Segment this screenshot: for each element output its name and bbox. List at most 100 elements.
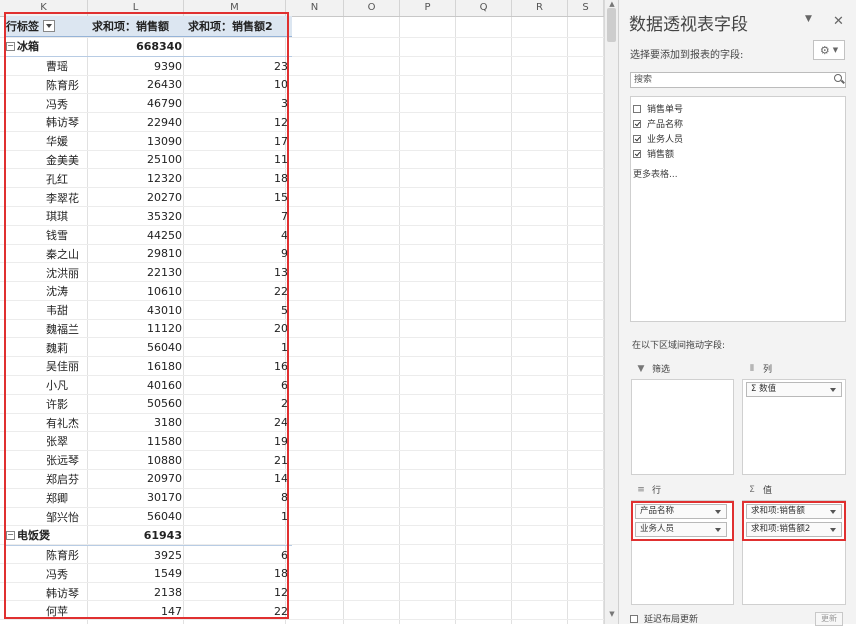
field-checkbox[interactable] <box>633 149 641 158</box>
sales-rank-cell[interactable]: 6 <box>186 376 288 395</box>
column-header[interactable]: K <box>0 0 88 16</box>
sales-rank-cell[interactable]: 20 <box>186 319 288 338</box>
sales-value-cell[interactable]: 50560 <box>90 395 182 414</box>
sales-rank-cell[interactable]: 19 <box>186 432 288 451</box>
sales-value-cell[interactable]: 46790 <box>90 94 182 113</box>
scroll-down-icon[interactable]: ▼ <box>607 610 617 618</box>
pivot-data-row[interactable]: 张翠 11580 19 <box>4 432 292 451</box>
column-header[interactable]: O <box>344 0 400 16</box>
sales-value-cell[interactable]: 25100 <box>90 151 182 170</box>
sales-value-cell[interactable]: 2138 <box>90 583 182 602</box>
tools-button[interactable]: ⚙ ▼ <box>813 40 845 60</box>
pane-options-icon[interactable]: ▼ <box>805 14 812 24</box>
sales-rank-cell[interactable]: 1 <box>186 338 288 357</box>
sales-value-cell[interactable]: 29810 <box>90 244 182 263</box>
close-icon[interactable]: ✕ <box>833 14 844 29</box>
sales-value-cell[interactable]: 26430 <box>90 76 182 95</box>
column-header[interactable]: L <box>88 0 184 16</box>
sales-value-cell[interactable]: 22940 <box>90 113 182 132</box>
collapse-icon[interactable]: − <box>6 530 15 540</box>
sales-value-cell[interactable]: 20270 <box>90 188 182 207</box>
rows-field-salesperson[interactable]: 业务人员 <box>635 522 727 537</box>
sales-value-cell[interactable]: 16180 <box>90 357 182 376</box>
sales-value-cell[interactable]: 13090 <box>90 132 182 151</box>
vertical-scrollbar[interactable]: ▲ ▼ <box>604 0 618 624</box>
column-header[interactable]: Q <box>456 0 512 16</box>
column-header[interactable]: P <box>400 0 456 16</box>
sales-rank-cell[interactable]: 5 <box>186 301 288 320</box>
sales-rank-cell[interactable]: 21 <box>186 451 288 470</box>
pivot-group-row[interactable]: − 冰箱 668340 <box>4 37 292 57</box>
sales-value-cell[interactable]: 44250 <box>90 226 182 245</box>
pivot-data-row[interactable]: 琪琪 35320 7 <box>4 207 292 226</box>
pivot-table[interactable]: 行标签 求和项：销售额 求和项：销售额2 − 冰箱 668340 曹瑶 9390 23 陈育… <box>4 16 292 621</box>
sales-value-cell[interactable]: 12320 <box>90 169 182 188</box>
pivot-data-row[interactable]: 冯秀 1549 18 <box>4 564 292 583</box>
pivot-data-row[interactable]: 张远琴 10880 21 <box>4 451 292 470</box>
pivot-data-row[interactable]: 吴佳丽 16180 16 <box>4 357 292 376</box>
search-icon[interactable] <box>834 74 842 82</box>
pivot-data-row[interactable]: 孔红 12320 18 <box>4 169 292 188</box>
sales-rank-cell[interactable]: 12 <box>186 583 288 602</box>
sales-rank-cell[interactable]: 15 <box>186 188 288 207</box>
pivot-data-row[interactable]: 华媛 13090 17 <box>4 132 292 151</box>
sales-value-cell[interactable]: 147 <box>90 602 182 621</box>
column-header[interactable]: N <box>286 0 344 16</box>
collapse-icon[interactable]: − <box>6 41 15 51</box>
defer-checkbox[interactable] <box>630 614 638 623</box>
pivot-data-row[interactable]: 陈育彤 26430 10 <box>4 76 292 95</box>
pivot-data-row[interactable]: 金美美 25100 11 <box>4 151 292 170</box>
pivot-data-row[interactable]: 有礼杰 3180 24 <box>4 413 292 432</box>
filters-area[interactable]: ▼ 筛选 <box>631 364 734 475</box>
pivot-data-row[interactable]: 许影 50560 2 <box>4 395 292 414</box>
field-checkbox[interactable] <box>633 119 641 128</box>
sales-value-cell[interactable]: 20970 <box>90 470 182 489</box>
rows-area[interactable]: ≡ 行 产品名称 业务人员 <box>631 485 734 605</box>
pivot-data-row[interactable]: 沈涛 10610 22 <box>4 282 292 301</box>
column-header[interactable]: S <box>568 0 604 16</box>
sales-rank-cell[interactable]: 11 <box>186 151 288 170</box>
sales-rank-cell[interactable]: 18 <box>186 564 288 583</box>
pivot-data-row[interactable]: 韦甜 43010 5 <box>4 301 292 320</box>
sales-rank-cell[interactable]: 23 <box>186 57 288 76</box>
sales-rank-cell[interactable]: 9 <box>186 244 288 263</box>
pivot-data-row[interactable]: 沈洪丽 22130 13 <box>4 263 292 282</box>
sales-value-cell[interactable]: 11580 <box>90 432 182 451</box>
values-field-sales-sum-2[interactable]: 求和项:销售额2 <box>746 522 842 537</box>
sales-rank-cell[interactable]: 3 <box>186 94 288 113</box>
pivot-data-row[interactable]: 韩访琴 22940 12 <box>4 113 292 132</box>
values-field-sales-sum[interactable]: 求和项:销售额 <box>746 504 842 519</box>
scroll-up-icon[interactable]: ▲ <box>607 0 617 8</box>
worksheet[interactable]: KLMNOPQRS 行标签 求和项：销售额 求和项：销售额2 − 冰箱 668340… <box>0 0 618 624</box>
sales-rank-cell[interactable]: 16 <box>186 357 288 376</box>
sales-value-cell[interactable]: 3925 <box>90 546 182 565</box>
field-checkbox[interactable] <box>633 134 641 143</box>
sales-rank-cell[interactable]: 24 <box>186 413 288 432</box>
sales-value-cell[interactable]: 9390 <box>90 57 182 76</box>
sales-value-cell[interactable]: 35320 <box>90 207 182 226</box>
pivot-data-row[interactable]: 秦之山 29810 9 <box>4 244 292 263</box>
pivot-data-row[interactable]: 陈育彤 3925 6 <box>4 546 292 565</box>
field-item[interactable]: 销售额 <box>631 146 845 161</box>
sales-rank-cell[interactable]: 13 <box>186 263 288 282</box>
sales-value-cell[interactable]: 1549 <box>90 564 182 583</box>
pivot-data-row[interactable]: 钱雪 44250 4 <box>4 226 292 245</box>
field-item[interactable]: 业务人员 <box>631 131 845 146</box>
sales-rank-cell[interactable]: 22 <box>186 282 288 301</box>
sales-rank-cell[interactable]: 4 <box>186 226 288 245</box>
sales-rank-cell[interactable]: 17 <box>186 132 288 151</box>
defer-layout-update[interactable]: 延迟布局更新 <box>630 612 698 625</box>
sales-value-cell[interactable]: 56040 <box>90 507 182 526</box>
pivot-data-row[interactable]: 魏福兰 11120 20 <box>4 319 292 338</box>
pivot-data-row[interactable]: 冯秀 46790 3 <box>4 94 292 113</box>
sales-rank-cell[interactable]: 2 <box>186 395 288 414</box>
sales-value-cell[interactable]: 43010 <box>90 301 182 320</box>
pivot-data-row[interactable]: 小凡 40160 6 <box>4 376 292 395</box>
scrollbar-thumb[interactable] <box>607 8 616 42</box>
sales-rank-cell[interactable]: 14 <box>186 470 288 489</box>
sales-value-cell[interactable]: 3180 <box>90 413 182 432</box>
sales-value-cell[interactable]: 10880 <box>90 451 182 470</box>
pivot-data-row[interactable]: 邹兴怡 56040 1 <box>4 507 292 526</box>
pivot-group-row[interactable]: − 电饭煲 61943 <box>4 526 292 546</box>
sales-value-cell[interactable]: 10610 <box>90 282 182 301</box>
